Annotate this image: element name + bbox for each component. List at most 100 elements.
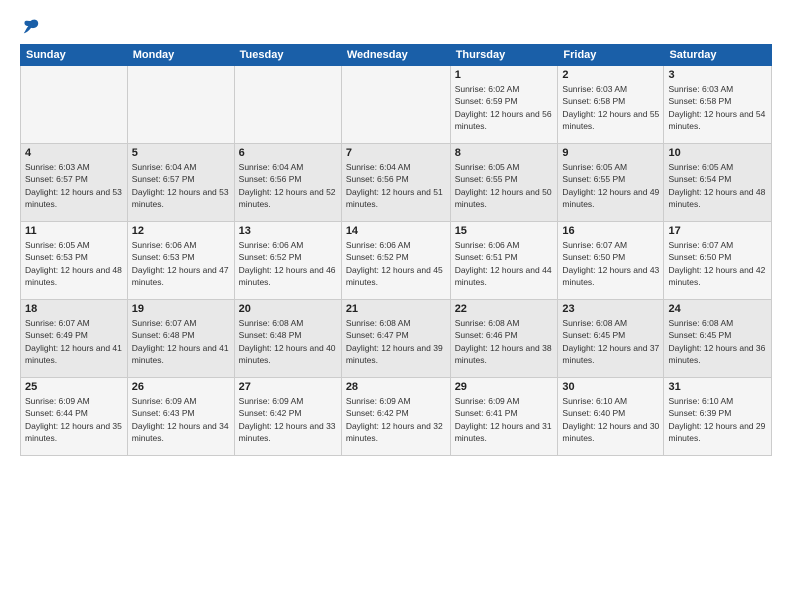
day-info: Sunrise: 6:07 AM Sunset: 6:48 PM Dayligh… [132,317,230,366]
day-info: Sunrise: 6:07 AM Sunset: 6:50 PM Dayligh… [562,239,659,288]
day-number: 27 [239,381,337,393]
day-info: Sunrise: 6:08 AM Sunset: 6:45 PM Dayligh… [562,317,659,366]
day-number: 26 [132,381,230,393]
calendar-cell: 19 Sunrise: 6:07 AM Sunset: 6:48 PM Dayli… [127,300,234,378]
day-number: 28 [346,381,446,393]
calendar-cell: 27 Sunrise: 6:09 AM Sunset: 6:42 PM Dayli… [234,378,341,456]
page: SundayMondayTuesdayWednesdayThursdayFrid… [0,0,792,612]
day-number: 22 [455,303,554,315]
header [20,18,772,36]
day-number: 25 [25,381,123,393]
logo [20,18,40,36]
calendar-cell: 13 Sunrise: 6:06 AM Sunset: 6:52 PM Dayli… [234,222,341,300]
day-number: 10 [668,147,767,159]
calendar-cell: 10Sunrise: 6:05 AM Sunset: 6:54 PM Dayli… [664,144,772,222]
calendar-cell: 21 Sunrise: 6:08 AM Sunset: 6:47 PM Dayli… [341,300,450,378]
calendar-cell: 1Sunrise: 6:02 AM Sunset: 6:59 PM Daylig… [450,66,558,144]
day-info: Sunrise: 6:05 AM Sunset: 6:53 PM Dayligh… [25,239,123,288]
calendar-cell: 25 Sunrise: 6:09 AM Sunset: 6:44 PM Dayli… [21,378,128,456]
calendar-cell: 14 Sunrise: 6:06 AM Sunset: 6:52 PM Dayli… [341,222,450,300]
calendar-cell: 8 Sunrise: 6:05 AM Sunset: 6:55 PM Daylig… [450,144,558,222]
day-number: 9 [562,147,659,159]
day-info: Sunrise: 6:08 AM Sunset: 6:48 PM Dayligh… [239,317,337,366]
calendar-cell: 17 Sunrise: 6:07 AM Sunset: 6:50 PM Dayli… [664,222,772,300]
calendar-cell: 5Sunrise: 6:04 AM Sunset: 6:57 PM Daylig… [127,144,234,222]
day-number: 23 [562,303,659,315]
day-info: Sunrise: 6:06 AM Sunset: 6:52 PM Dayligh… [346,239,446,288]
calendar-cell: 9 Sunrise: 6:05 AM Sunset: 6:55 PM Daylig… [558,144,664,222]
weekday-header-sunday: Sunday [21,45,128,66]
calendar-cell: 4 Sunrise: 6:03 AM Sunset: 6:57 PM Daylig… [21,144,128,222]
calendar-header: SundayMondayTuesdayWednesdayThursdayFrid… [21,45,772,66]
weekday-header-tuesday: Tuesday [234,45,341,66]
day-info: Sunrise: 6:02 AM Sunset: 6:59 PM Dayligh… [455,83,554,132]
day-info: Sunrise: 6:10 AM Sunset: 6:40 PM Dayligh… [562,395,659,444]
weekday-header-monday: Monday [127,45,234,66]
day-info: Sunrise: 6:08 AM Sunset: 6:45 PM Dayligh… [668,317,767,366]
calendar: SundayMondayTuesdayWednesdayThursdayFrid… [20,44,772,456]
day-number: 2 [562,69,659,81]
calendar-cell: 12 Sunrise: 6:06 AM Sunset: 6:53 PM Dayli… [127,222,234,300]
calendar-cell: 3 Sunrise: 6:03 AM Sunset: 6:58 PM Daylig… [664,66,772,144]
day-info: Sunrise: 6:06 AM Sunset: 6:53 PM Dayligh… [132,239,230,288]
day-info: Sunrise: 6:05 AM Sunset: 6:55 PM Dayligh… [455,161,554,210]
calendar-cell [21,66,128,144]
day-number: 19 [132,303,230,315]
weekday-header-thursday: Thursday [450,45,558,66]
day-info: Sunrise: 6:08 AM Sunset: 6:46 PM Dayligh… [455,317,554,366]
day-number: 4 [25,147,123,159]
day-info: Sunrise: 6:03 AM Sunset: 6:58 PM Dayligh… [562,83,659,132]
calendar-cell: 30 Sunrise: 6:10 AM Sunset: 6:40 PM Dayli… [558,378,664,456]
day-number: 29 [455,381,554,393]
day-info: Sunrise: 6:07 AM Sunset: 6:50 PM Dayligh… [668,239,767,288]
day-info: Sunrise: 6:09 AM Sunset: 6:42 PM Dayligh… [346,395,446,444]
day-info: Sunrise: 6:04 AM Sunset: 6:56 PM Dayligh… [239,161,337,210]
day-number: 15 [455,225,554,237]
logo-bird-icon [22,18,40,36]
day-info: Sunrise: 6:09 AM Sunset: 6:44 PM Dayligh… [25,395,123,444]
day-info: Sunrise: 6:03 AM Sunset: 6:58 PM Dayligh… [668,83,767,132]
calendar-cell: 15Sunrise: 6:06 AM Sunset: 6:51 PM Dayli… [450,222,558,300]
weekday-header-saturday: Saturday [664,45,772,66]
calendar-cell: 23 Sunrise: 6:08 AM Sunset: 6:45 PM Dayli… [558,300,664,378]
calendar-cell: 18Sunrise: 6:07 AM Sunset: 6:49 PM Dayli… [21,300,128,378]
day-info: Sunrise: 6:03 AM Sunset: 6:57 PM Dayligh… [25,161,123,210]
day-info: Sunrise: 6:05 AM Sunset: 6:55 PM Dayligh… [562,161,659,210]
day-number: 7 [346,147,446,159]
calendar-cell: 24 Sunrise: 6:08 AM Sunset: 6:45 PM Dayli… [664,300,772,378]
day-number: 11 [25,225,123,237]
calendar-cell [341,66,450,144]
calendar-week-5: 25 Sunrise: 6:09 AM Sunset: 6:44 PM Dayli… [21,378,772,456]
weekday-row: SundayMondayTuesdayWednesdayThursdayFrid… [21,45,772,66]
day-info: Sunrise: 6:09 AM Sunset: 6:42 PM Dayligh… [239,395,337,444]
calendar-cell: 22 Sunrise: 6:08 AM Sunset: 6:46 PM Dayli… [450,300,558,378]
day-number: 14 [346,225,446,237]
calendar-cell: 7 Sunrise: 6:04 AM Sunset: 6:56 PM Daylig… [341,144,450,222]
day-number: 8 [455,147,554,159]
calendar-cell: 31 Sunrise: 6:10 AM Sunset: 6:39 PM Dayli… [664,378,772,456]
calendar-cell: 28 Sunrise: 6:09 AM Sunset: 6:42 PM Dayli… [341,378,450,456]
calendar-cell: 20 Sunrise: 6:08 AM Sunset: 6:48 PM Dayli… [234,300,341,378]
calendar-cell: 11 Sunrise: 6:05 AM Sunset: 6:53 PM Dayli… [21,222,128,300]
day-number: 31 [668,381,767,393]
day-number: 20 [239,303,337,315]
day-info: Sunrise: 6:07 AM Sunset: 6:49 PM Dayligh… [25,317,123,366]
calendar-cell: 6Sunrise: 6:04 AM Sunset: 6:56 PM Daylig… [234,144,341,222]
day-number: 30 [562,381,659,393]
day-number: 12 [132,225,230,237]
calendar-week-3: 11 Sunrise: 6:05 AM Sunset: 6:53 PM Dayli… [21,222,772,300]
calendar-cell [127,66,234,144]
day-info: Sunrise: 6:08 AM Sunset: 6:47 PM Dayligh… [346,317,446,366]
day-info: Sunrise: 6:04 AM Sunset: 6:56 PM Dayligh… [346,161,446,210]
day-number: 21 [346,303,446,315]
day-info: Sunrise: 6:10 AM Sunset: 6:39 PM Dayligh… [668,395,767,444]
day-number: 13 [239,225,337,237]
calendar-week-2: 4 Sunrise: 6:03 AM Sunset: 6:57 PM Daylig… [21,144,772,222]
calendar-cell: 16Sunrise: 6:07 AM Sunset: 6:50 PM Dayli… [558,222,664,300]
day-number: 3 [668,69,767,81]
weekday-header-friday: Friday [558,45,664,66]
day-number: 17 [668,225,767,237]
day-number: 24 [668,303,767,315]
day-info: Sunrise: 6:09 AM Sunset: 6:41 PM Dayligh… [455,395,554,444]
day-info: Sunrise: 6:06 AM Sunset: 6:52 PM Dayligh… [239,239,337,288]
